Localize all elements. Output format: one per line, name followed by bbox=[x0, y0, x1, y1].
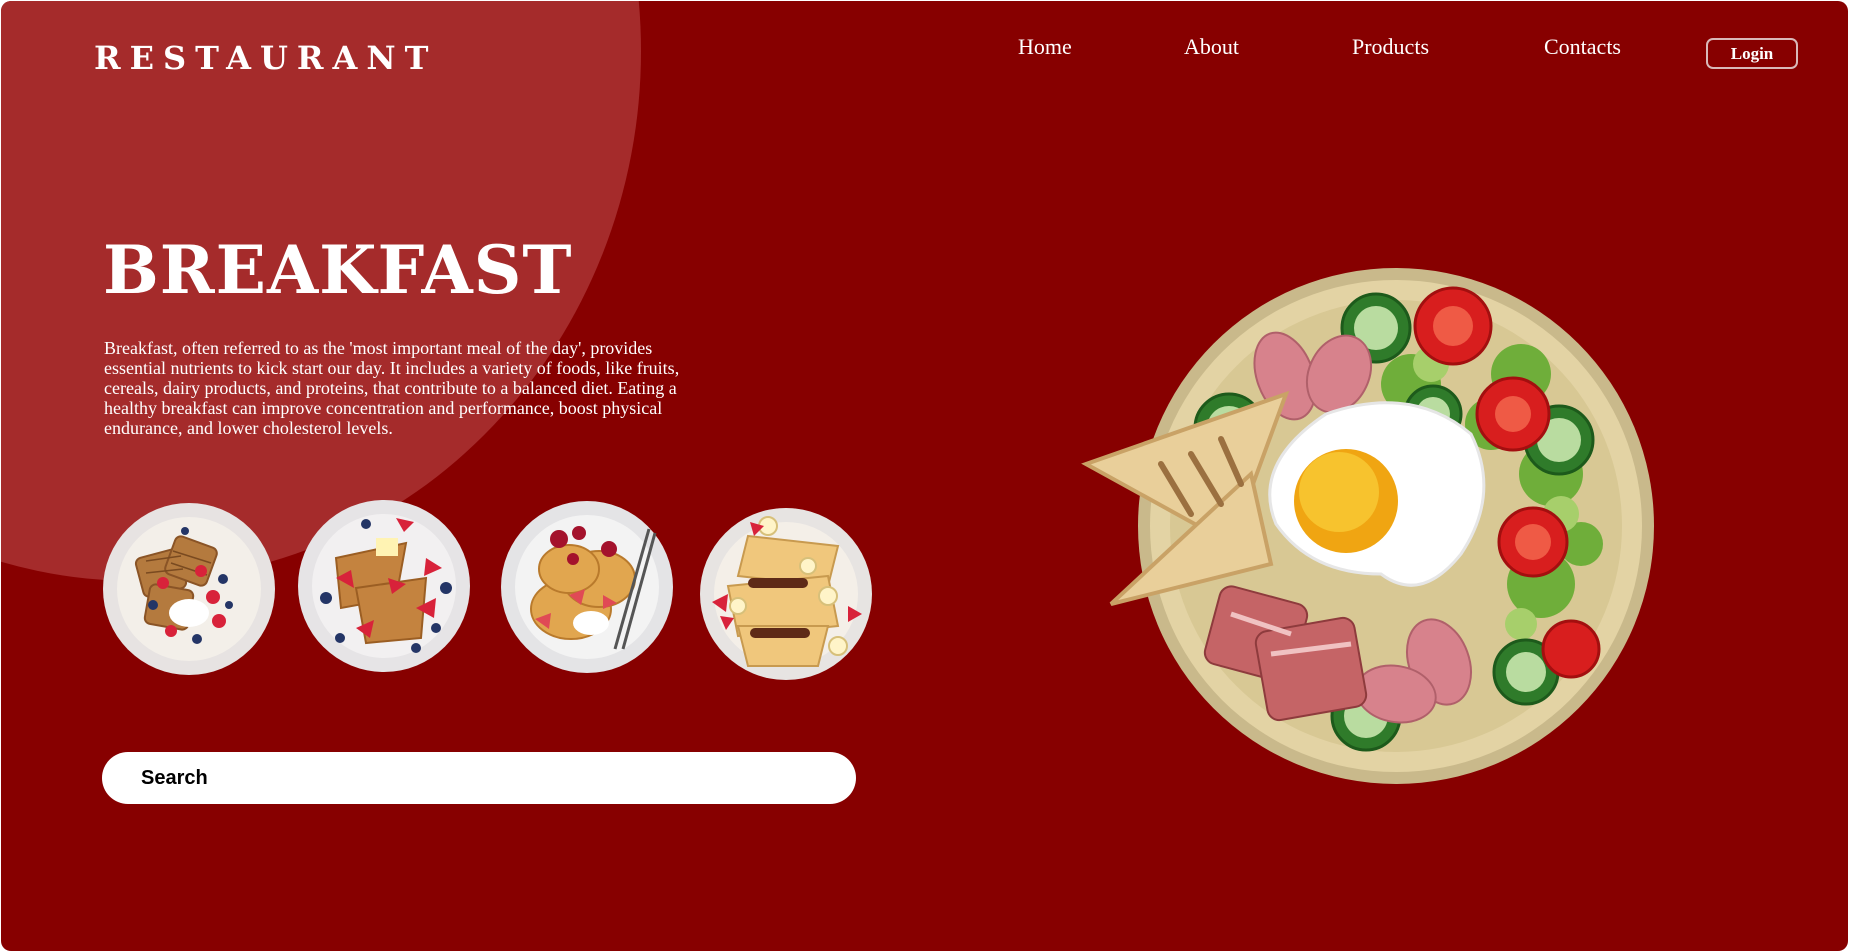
nav-products[interactable]: Products bbox=[1352, 34, 1429, 60]
waffles-plate-image[interactable] bbox=[101, 501, 277, 677]
search-bar[interactable] bbox=[102, 752, 856, 804]
hero-description: Breakfast, often referred to as the 'mos… bbox=[104, 338, 680, 438]
crepes-plate-image[interactable] bbox=[698, 506, 874, 682]
site-logo[interactable]: RESTAURANT bbox=[94, 39, 437, 77]
nav-contacts[interactable]: Contacts bbox=[1544, 34, 1621, 60]
breakfast-plate-image bbox=[1081, 268, 1654, 784]
login-button[interactable]: Login bbox=[1706, 38, 1798, 69]
search-input[interactable] bbox=[139, 765, 823, 791]
nav-home[interactable]: Home bbox=[1018, 34, 1072, 60]
page-frame: RESTAURANT Home About Products Contacts … bbox=[1, 1, 1848, 951]
french-toast-plate-image[interactable] bbox=[296, 498, 472, 674]
hero-title: BREAKFAST bbox=[103, 231, 573, 309]
pancakes-plate-image[interactable] bbox=[499, 499, 675, 675]
nav-about[interactable]: About bbox=[1184, 34, 1239, 60]
